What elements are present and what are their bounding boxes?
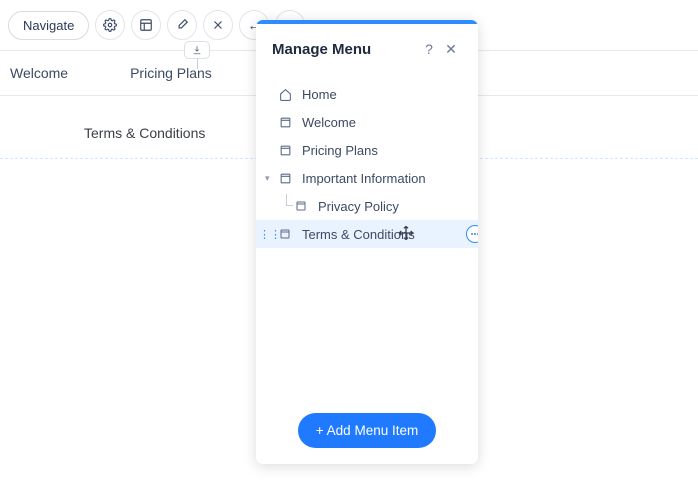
brush-icon[interactable] bbox=[167, 10, 197, 40]
menu-list: Home Welcome Pricing Plans ▾ Important I… bbox=[256, 74, 478, 397]
page-icon bbox=[278, 115, 292, 129]
panel-header: Manage Menu ? ✕ bbox=[256, 24, 478, 74]
page-icon bbox=[278, 143, 292, 157]
menu-item-pricing[interactable]: Pricing Plans bbox=[256, 136, 478, 164]
caret-down-icon[interactable]: ▾ bbox=[265, 173, 270, 184]
navigate-button[interactable]: Navigate bbox=[8, 11, 89, 40]
menu-item-label: Important Information bbox=[302, 171, 426, 186]
stack-icon[interactable] bbox=[203, 10, 233, 40]
menu-item-welcome[interactable]: Welcome bbox=[256, 108, 478, 136]
menu-item-label: Terms & Conditions bbox=[302, 227, 415, 242]
settings-icon[interactable] bbox=[95, 10, 125, 40]
menu-item-privacy[interactable]: Privacy Policy bbox=[256, 192, 478, 220]
manage-menu-panel: Manage Menu ? ✕ Home Welcome Pricing Pla… bbox=[256, 20, 478, 464]
page-heading: Terms & Conditions bbox=[84, 125, 205, 141]
layout-icon[interactable] bbox=[131, 10, 161, 40]
menu-item-home[interactable]: Home bbox=[256, 80, 478, 108]
panel-title: Manage Menu bbox=[272, 41, 418, 58]
menu-item-label: Pricing Plans bbox=[302, 143, 378, 158]
page-icon bbox=[294, 199, 308, 213]
page-icon bbox=[278, 171, 292, 185]
menu-item-terms[interactable]: ⋮⋮ Terms & Conditions bbox=[256, 220, 478, 248]
home-icon bbox=[278, 87, 292, 101]
download-pin[interactable] bbox=[184, 41, 210, 69]
menu-item-label: Privacy Policy bbox=[318, 199, 399, 214]
add-menu-item-button[interactable]: + Add Menu Item bbox=[298, 413, 436, 448]
panel-footer: + Add Menu Item bbox=[256, 397, 478, 464]
tab-welcome[interactable]: Welcome bbox=[10, 51, 68, 95]
panel-help-icon[interactable]: ? bbox=[418, 38, 440, 60]
more-actions-icon[interactable] bbox=[466, 225, 478, 243]
close-icon[interactable]: ✕ bbox=[440, 38, 462, 60]
menu-item-label: Welcome bbox=[302, 115, 356, 130]
drag-handle-icon[interactable]: ⋮⋮ bbox=[259, 228, 281, 241]
menu-item-label: Home bbox=[302, 87, 337, 102]
menu-item-important[interactable]: ▾ Important Information bbox=[256, 164, 478, 192]
